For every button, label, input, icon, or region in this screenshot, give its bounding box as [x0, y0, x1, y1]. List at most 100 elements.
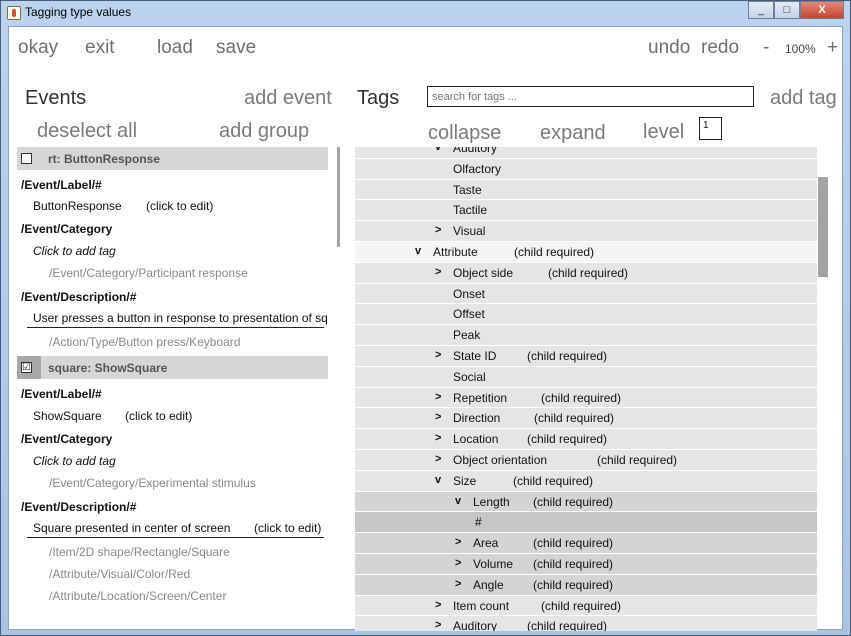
chevron-down-icon[interactable]: v	[435, 474, 441, 486]
chevron-right-icon[interactable]: >	[435, 619, 441, 631]
tag-row[interactable]: Onset	[355, 283, 817, 304]
undo-button[interactable]: undo	[648, 37, 690, 59]
tag-row[interactable]: #	[355, 512, 817, 533]
save-button[interactable]: save	[216, 37, 256, 59]
tag-row[interactable]: > Item count (child required)	[355, 595, 817, 616]
tag-row[interactable]: > Location (child required)	[355, 429, 817, 450]
tag-name: Volume	[473, 557, 514, 571]
tag-row[interactable]: Offset	[355, 304, 817, 325]
tag-requirement-note: (child required)	[527, 432, 608, 447]
tag-row[interactable]: Taste	[355, 179, 817, 200]
event-checkbox-checked[interactable]: ☑	[21, 362, 32, 373]
tag-name: Direction	[453, 411, 501, 426]
deselect-all-button[interactable]: deselect all	[37, 120, 137, 143]
chevron-right-icon[interactable]: >	[455, 578, 461, 590]
event-tag-path[interactable]: /Action/Type/Button press/Keyboard	[49, 335, 240, 349]
tag-requirement-note: (child required)	[527, 619, 608, 631]
chevron-right-icon[interactable]: >	[435, 349, 441, 361]
tag-requirement-note: (child required)	[533, 494, 614, 509]
chevron-right-icon[interactable]: >	[435, 224, 441, 236]
event-label-value[interactable]: ButtonResponse	[33, 199, 122, 213]
tag-row[interactable]: > Angle (child required)	[355, 574, 817, 595]
tag-row[interactable]: > Auditory (child required)	[355, 616, 817, 631]
tags-scrollbar[interactable]	[818, 177, 828, 277]
event-title: rt: ButtonResponse	[48, 152, 160, 166]
tag-name: #	[475, 515, 482, 530]
event-description-value[interactable]: Square presented in center of screen	[33, 521, 230, 535]
maximize-button[interactable]: □	[774, 1, 800, 19]
tag-row[interactable]: > Object orientation (child required)	[355, 450, 817, 470]
redo-button[interactable]: redo	[701, 37, 739, 59]
chevron-right-icon[interactable]: >	[435, 411, 441, 423]
tag-row[interactable]: v Length (child required)	[355, 491, 817, 512]
event-header-rt[interactable]: rt: ButtonResponse	[17, 147, 328, 170]
collapse-button[interactable]: collapse	[428, 122, 501, 145]
tag-row[interactable]: > Object side (child required)	[355, 262, 817, 283]
click-to-edit[interactable]: (click to edit)	[146, 199, 213, 213]
add-group-button[interactable]: add group	[219, 120, 309, 143]
chevron-right-icon[interactable]: >	[435, 432, 441, 444]
events-title: Events	[25, 87, 87, 109]
tag-row[interactable]: v Size (child required)	[355, 470, 817, 491]
title-bar[interactable]: Tagging type values _ □ X	[1, 1, 850, 24]
event-tag-path[interactable]: /Attribute/Visual/Color/Red	[49, 567, 190, 581]
chevron-right-icon[interactable]: >	[455, 557, 461, 569]
events-scrollbar[interactable]	[337, 147, 340, 247]
tag-row[interactable]: Social	[355, 366, 817, 387]
tag-row[interactable]: > Area (child required)	[355, 533, 817, 554]
event-tag-path[interactable]: /Event/Category/Participant response	[49, 266, 248, 280]
click-to-edit[interactable]: (click to edit)	[254, 521, 321, 535]
click-to-add-tag[interactable]: Click to add tag	[33, 244, 116, 258]
okay-button[interactable]: okay	[18, 37, 58, 59]
event-header-square[interactable]: ☑ square: ShowSquare	[17, 356, 328, 379]
event-tag-path[interactable]: /Item/2D shape/Rectangle/Square	[49, 545, 230, 559]
tag-requirement-note: (child required)	[534, 411, 615, 426]
minimize-button[interactable]: _	[748, 1, 774, 19]
event-checkbox-area	[17, 147, 41, 170]
tag-row[interactable]: Olfactory	[355, 158, 817, 179]
tag-row[interactable]: > Direction (child required)	[355, 408, 817, 429]
tag-name: Location	[453, 432, 499, 447]
event-title: square: ShowSquare	[48, 361, 168, 375]
event-label-value[interactable]: ShowSquare	[33, 409, 102, 423]
chevron-down-icon[interactable]: v	[455, 495, 461, 507]
tag-row[interactable]: Tactile	[355, 200, 817, 221]
tag-row[interactable]: Peak	[355, 325, 817, 346]
chevron-right-icon[interactable]: >	[435, 391, 441, 403]
zoom-out-button[interactable]: -	[763, 37, 769, 59]
tag-name: Length	[473, 494, 510, 509]
tag-row[interactable]: v Attribute (child required)	[355, 242, 817, 262]
tag-search-input[interactable]	[427, 86, 754, 107]
event-tag-path[interactable]: /Event/Category/Experimental stimulus	[49, 476, 256, 490]
expand-button[interactable]: expand	[540, 122, 606, 145]
event-checkbox[interactable]	[21, 153, 32, 164]
tag-row[interactable]: > State ID (child required)	[355, 346, 817, 366]
chevron-right-icon[interactable]: >	[455, 536, 461, 548]
tag-row[interactable]: > Visual	[355, 221, 817, 242]
tag-requirement-note: (child required)	[514, 245, 595, 259]
event-description-value[interactable]: User presses a button in response to pre…	[33, 311, 328, 325]
tag-name: Area	[473, 536, 499, 551]
exit-button[interactable]: exit	[85, 37, 115, 59]
level-input[interactable]: 1	[699, 117, 722, 140]
tag-requirement-note: (child required)	[597, 453, 678, 467]
tag-row[interactable]: v Auditory	[355, 147, 817, 158]
close-button[interactable]: X	[800, 1, 844, 19]
zoom-in-button[interactable]: +	[827, 37, 838, 59]
tag-name: Visual	[453, 224, 486, 239]
chevron-right-icon[interactable]: >	[435, 266, 441, 278]
chevron-right-icon[interactable]: >	[435, 453, 441, 465]
tag-row[interactable]: > Volume (child required)	[355, 554, 817, 574]
level-label: level	[643, 121, 685, 143]
add-tag-button[interactable]: add tag	[770, 87, 837, 110]
click-to-edit[interactable]: (click to edit)	[125, 409, 192, 423]
load-button[interactable]: load	[157, 37, 193, 59]
event-checkbox-area: ☑	[17, 356, 41, 379]
tag-row[interactable]: > Repetition (child required)	[355, 387, 817, 408]
chevron-down-icon[interactable]: v	[415, 245, 421, 257]
chevron-right-icon[interactable]: >	[435, 599, 441, 611]
chevron-down-icon[interactable]: v	[435, 147, 441, 153]
click-to-add-tag[interactable]: Click to add tag	[33, 454, 116, 468]
event-tag-path[interactable]: /Attribute/Location/Screen/Center	[49, 589, 226, 603]
add-event-button[interactable]: add event	[244, 87, 332, 110]
